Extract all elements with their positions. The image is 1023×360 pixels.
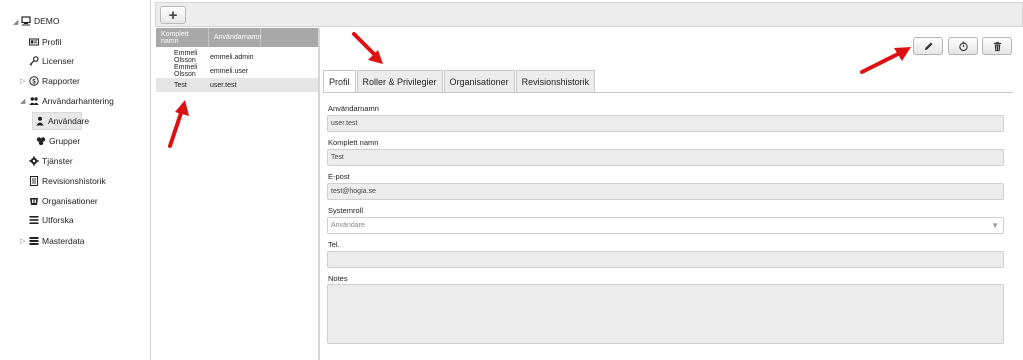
column-header-empty [261,28,318,47]
document-icon [28,176,39,187]
edit-button[interactable] [913,37,943,55]
arrow-annotation-icon [168,100,189,148]
arrow-annotation-icon [860,47,911,74]
sidebar: ◢ DEMO Profil Licenser ▷ $ Rapporter ◢ A… [0,0,151,360]
sidebar-item-anvandare[interactable]: Användare [32,112,89,130]
users-icon [28,96,39,107]
sidebar-item-tjanster[interactable]: Tjänster [28,153,73,169]
chevron-down-icon: ▼ [991,221,999,230]
trash-icon [993,41,1001,51]
cell-username: user.test [210,81,237,89]
username-label: Användarnamn [328,104,379,113]
sidebar-item-label: Masterdata [42,236,85,246]
sidebar-item-label: Licenser [42,56,75,66]
sidebar-item-demo[interactable]: DEMO [20,13,60,29]
sidebar-item-label: Revisionshistorik [42,176,106,186]
sidebar-item-label: Tjänster [42,156,73,166]
toolbar: + [155,2,1023,27]
table-row[interactable]: Emmeli Olsson emmeli.user [156,64,318,78]
database-icon [28,236,39,247]
user-detail-panel: Profil Roller & Privilegier Organisation… [319,28,1023,360]
history-icon [958,41,968,51]
tab-organisationer[interactable]: Organisationer [443,70,515,92]
table-row[interactable]: Emmeli Olsson emmeli.admin [156,50,318,64]
delete-button[interactable] [982,37,1012,55]
sidebar-item-revisionshistorik[interactable]: Revisionshistorik [28,173,106,189]
tab-roller-privilegier[interactable]: Roller & Privilegier [356,70,443,92]
tab-divider [323,92,1013,93]
system-role-value: Användare [331,222,365,229]
sidebar-item-label: Grupper [49,136,81,146]
column-header-full-name[interactable]: Komplett namn [156,28,209,47]
user-icon [35,116,45,127]
sidebar-item-masterdata[interactable]: Masterdata [28,233,85,249]
expand-toggle-masterdata[interactable]: ▷ [20,237,28,245]
cell-full-name: Test [174,81,187,89]
group-icon [35,136,46,147]
list-header: Komplett namn Användarnamn [156,28,318,47]
user-list: Komplett namn Användarnamn Emmeli Olsson… [155,28,319,360]
email-label: E-post [328,172,350,181]
add-button[interactable]: + [160,6,186,24]
computer-icon [20,16,31,27]
cell-full-name: Emmeli Olsson [174,50,198,64]
email-field[interactable]: test@hogia.se [327,183,1004,200]
cell-full-name: Emmeli Olsson [174,64,198,78]
sidebar-item-utforska[interactable]: Utforska [28,212,74,228]
sidebar-item-anvandarhantering[interactable]: Användarhantering [28,93,114,109]
column-header-username[interactable]: Användarnamn [209,28,261,47]
gear-icon [28,156,39,167]
tab-profil[interactable]: Profil [323,70,356,92]
expand-toggle-rapporter[interactable]: ▷ [20,77,28,85]
sidebar-item-label: Organisationer [42,196,98,206]
history-button[interactable] [948,37,978,55]
cell-username: emmeli.user [210,67,249,75]
sidebar-item-rapporter[interactable]: $ Rapporter [28,73,80,89]
system-role-select[interactable]: Användare ▼ [327,217,1004,234]
tab-revisionshistorik[interactable]: Revisionshistorik [515,70,596,92]
phone-field[interactable] [327,251,1004,268]
sidebar-item-label: Profil [42,37,62,47]
username-field[interactable]: user.test [327,115,1004,132]
phone-label: Tel. [328,240,340,249]
notes-label: Notes [328,274,348,283]
sidebar-item-label: DEMO [34,16,60,26]
arrow-annotation-icon [352,32,383,64]
sidebar-item-label: Användarhantering [42,96,114,106]
table-row[interactable]: Test user.test [156,78,318,92]
key-icon [28,56,39,67]
system-role-label: Systemroll [328,206,364,215]
expand-toggle-anvandarhantering[interactable]: ◢ [20,97,28,105]
tab-bar: Profil Roller & Privilegier Organisation… [323,70,596,92]
sidebar-item-profil[interactable]: Profil [28,34,61,50]
sidebar-item-organisationer[interactable]: Organisationer [28,193,98,209]
sidebar-item-label: Utforska [42,215,74,225]
sidebar-item-licenser[interactable]: Licenser [28,53,74,69]
cell-username: emmeli.admin [210,53,254,61]
full-name-label: Komplett namn [328,138,379,147]
id-card-icon [28,37,39,48]
notes-field[interactable] [327,284,1004,344]
sidebar-item-grupper[interactable]: Grupper [35,133,80,149]
full-name-field[interactable]: Test [327,149,1004,166]
organization-icon [28,196,39,207]
report-icon: $ [28,76,39,87]
edit-icon [924,41,933,50]
sidebar-item-label: Rapporter [42,76,80,86]
list-icon [28,215,39,226]
sidebar-item-label: Användare [48,116,90,126]
